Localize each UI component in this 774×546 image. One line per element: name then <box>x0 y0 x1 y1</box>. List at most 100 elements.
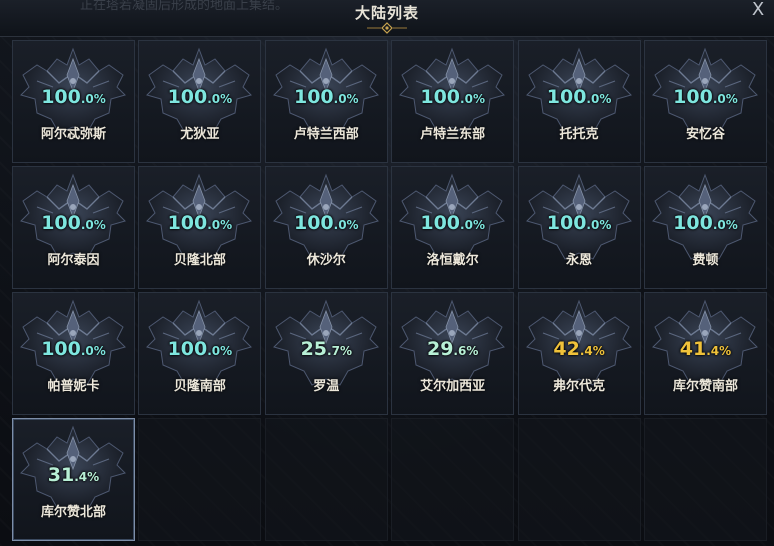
percent-decimal: .0% <box>207 218 233 232</box>
percent-decimal: .0% <box>460 218 485 232</box>
percent-integer: 100 <box>41 212 81 234</box>
exploration-percent: 100.0% <box>519 86 640 108</box>
exploration-percent: 29.6% <box>392 338 513 360</box>
continent-name: 休沙尔 <box>306 253 346 268</box>
percent-integer: 100 <box>293 86 334 108</box>
continent-name: 库尔赞北部 <box>40 505 106 520</box>
exploration-percent: 100.0% <box>392 86 513 108</box>
percent-decimal: .0% <box>80 218 106 232</box>
continent-tile[interactable]: 100.0% 永恩 <box>517 166 641 289</box>
exploration-percent: 100.0% <box>139 86 260 108</box>
continent-name: 尤狄亚 <box>180 127 220 142</box>
empty-slot <box>643 418 767 541</box>
percent-integer: 31 <box>47 464 75 486</box>
continent-tile[interactable]: 100.0% 尤狄亚 <box>138 40 262 163</box>
exploration-percent: 100.0% <box>13 212 134 234</box>
empty-slot <box>517 418 641 541</box>
continent-tile[interactable]: 100.0% 洛恒戴尔 <box>391 166 515 289</box>
percent-decimal: .0% <box>586 92 612 106</box>
exploration-percent: 100.0% <box>139 338 260 360</box>
continent-tile[interactable]: 100.0% 卢特兰东部 <box>391 40 515 163</box>
percent-decimal: .0% <box>80 344 106 358</box>
percent-integer: 100 <box>673 212 713 234</box>
continent-tile[interactable]: 25.7% 罗温 <box>264 292 388 415</box>
continent-tile[interactable]: 100.0% 贝隆南部 <box>138 292 262 415</box>
window-header: 正在塔若凝固后形成的地面上集结。 大陆列表 X <box>0 0 774 37</box>
continent-tile[interactable]: 29.6% 艾尔加西亚 <box>391 292 515 415</box>
continent-name: 阿尔泰因 <box>47 253 100 268</box>
exploration-percent: 31.4% <box>13 464 134 486</box>
continent-tile[interactable]: 100.0% 阿尔泰因 <box>12 166 135 289</box>
percent-decimal: .0% <box>207 92 233 106</box>
continent-tile[interactable]: 100.0% 阿尔忒弥斯 <box>12 40 135 163</box>
percent-integer: 41 <box>679 338 707 360</box>
percent-integer: 100 <box>420 86 461 108</box>
close-button[interactable]: X <box>748 0 768 20</box>
continent-name: 阿尔忒弥斯 <box>40 127 106 142</box>
continent-name: 贝隆南部 <box>173 379 226 394</box>
percent-decimal: .0% <box>333 218 359 232</box>
percent-integer: 25 <box>300 338 328 360</box>
continent-name: 罗温 <box>313 379 340 394</box>
percent-integer: 100 <box>167 212 208 234</box>
percent-integer: 100 <box>293 212 334 234</box>
continent-tile[interactable]: 100.0% 卢特兰西部 <box>264 40 388 163</box>
continent-name: 卢特兰东部 <box>420 127 486 142</box>
percent-integer: 29 <box>426 338 454 360</box>
continent-tile[interactable]: 100.0% 贝隆北部 <box>138 166 262 289</box>
continent-name: 永恩 <box>566 253 593 268</box>
continent-tile[interactable]: 100.0% 托托克 <box>517 40 641 163</box>
exploration-percent: 100.0% <box>13 86 134 108</box>
percent-integer: 100 <box>41 86 81 108</box>
exploration-percent: 100.0% <box>266 212 387 234</box>
percent-decimal: .0% <box>460 92 485 106</box>
continent-tile[interactable]: 100.0% 休沙尔 <box>264 166 388 289</box>
empty-slot <box>138 418 262 541</box>
title-ornament-icon <box>367 22 407 34</box>
exploration-percent: 42.4% <box>519 338 640 360</box>
continent-tile[interactable]: 41.4% 库尔赞南部 <box>643 292 767 415</box>
percent-integer: 100 <box>546 86 587 108</box>
continent-tile[interactable]: 100.0% 安忆谷 <box>643 40 767 163</box>
continent-name: 弗尔代克 <box>553 379 606 394</box>
percent-decimal: .0% <box>333 92 359 106</box>
continent-tile[interactable]: 100.0% 费顿 <box>643 166 767 289</box>
percent-decimal: .4% <box>706 344 732 358</box>
percent-integer: 100 <box>546 212 587 234</box>
percent-decimal: .0% <box>80 92 106 106</box>
continent-grid: 100.0% 阿尔忒弥斯 100.0% 尤狄亚 100.0% 卢特兰西部 100… <box>12 40 767 541</box>
percent-decimal: .0% <box>712 92 738 106</box>
continent-name: 洛恒戴尔 <box>426 253 479 268</box>
percent-integer: 42 <box>553 338 580 360</box>
exploration-percent: 41.4% <box>645 338 766 360</box>
continent-name: 费顿 <box>692 253 719 268</box>
exploration-percent: 100.0% <box>13 338 134 360</box>
window-title: 大陆列表 <box>354 4 419 22</box>
exploration-percent: 100.0% <box>266 86 387 108</box>
exploration-percent: 25.7% <box>266 338 387 360</box>
empty-slot <box>391 418 515 541</box>
continent-tile[interactable]: 100.0% 帕普妮卡 <box>12 292 135 415</box>
percent-integer: 100 <box>167 86 208 108</box>
continent-tile[interactable]: 42.4% 弗尔代克 <box>517 292 641 415</box>
percent-decimal: .0% <box>712 218 738 232</box>
percent-integer: 100 <box>420 212 461 234</box>
percent-integer: 100 <box>167 338 208 360</box>
exploration-percent: 100.0% <box>139 212 260 234</box>
percent-decimal: .0% <box>207 344 233 358</box>
percent-decimal: .6% <box>453 344 479 358</box>
exploration-percent: 100.0% <box>519 212 640 234</box>
continent-tile[interactable]: 31.4% 库尔赞北部 <box>12 418 135 541</box>
percent-decimal: .7% <box>327 344 352 358</box>
empty-slot <box>264 418 388 541</box>
percent-integer: 100 <box>41 338 81 360</box>
exploration-percent: 100.0% <box>392 212 513 234</box>
percent-decimal: .4% <box>74 470 100 484</box>
exploration-percent: 100.0% <box>645 86 766 108</box>
continent-name: 艾尔加西亚 <box>420 379 486 394</box>
continent-name: 卢特兰西部 <box>293 127 359 142</box>
exploration-percent: 100.0% <box>645 212 766 234</box>
continent-name: 库尔赞南部 <box>672 379 738 394</box>
percent-decimal: .0% <box>586 218 612 232</box>
continent-name: 托托克 <box>559 127 599 142</box>
